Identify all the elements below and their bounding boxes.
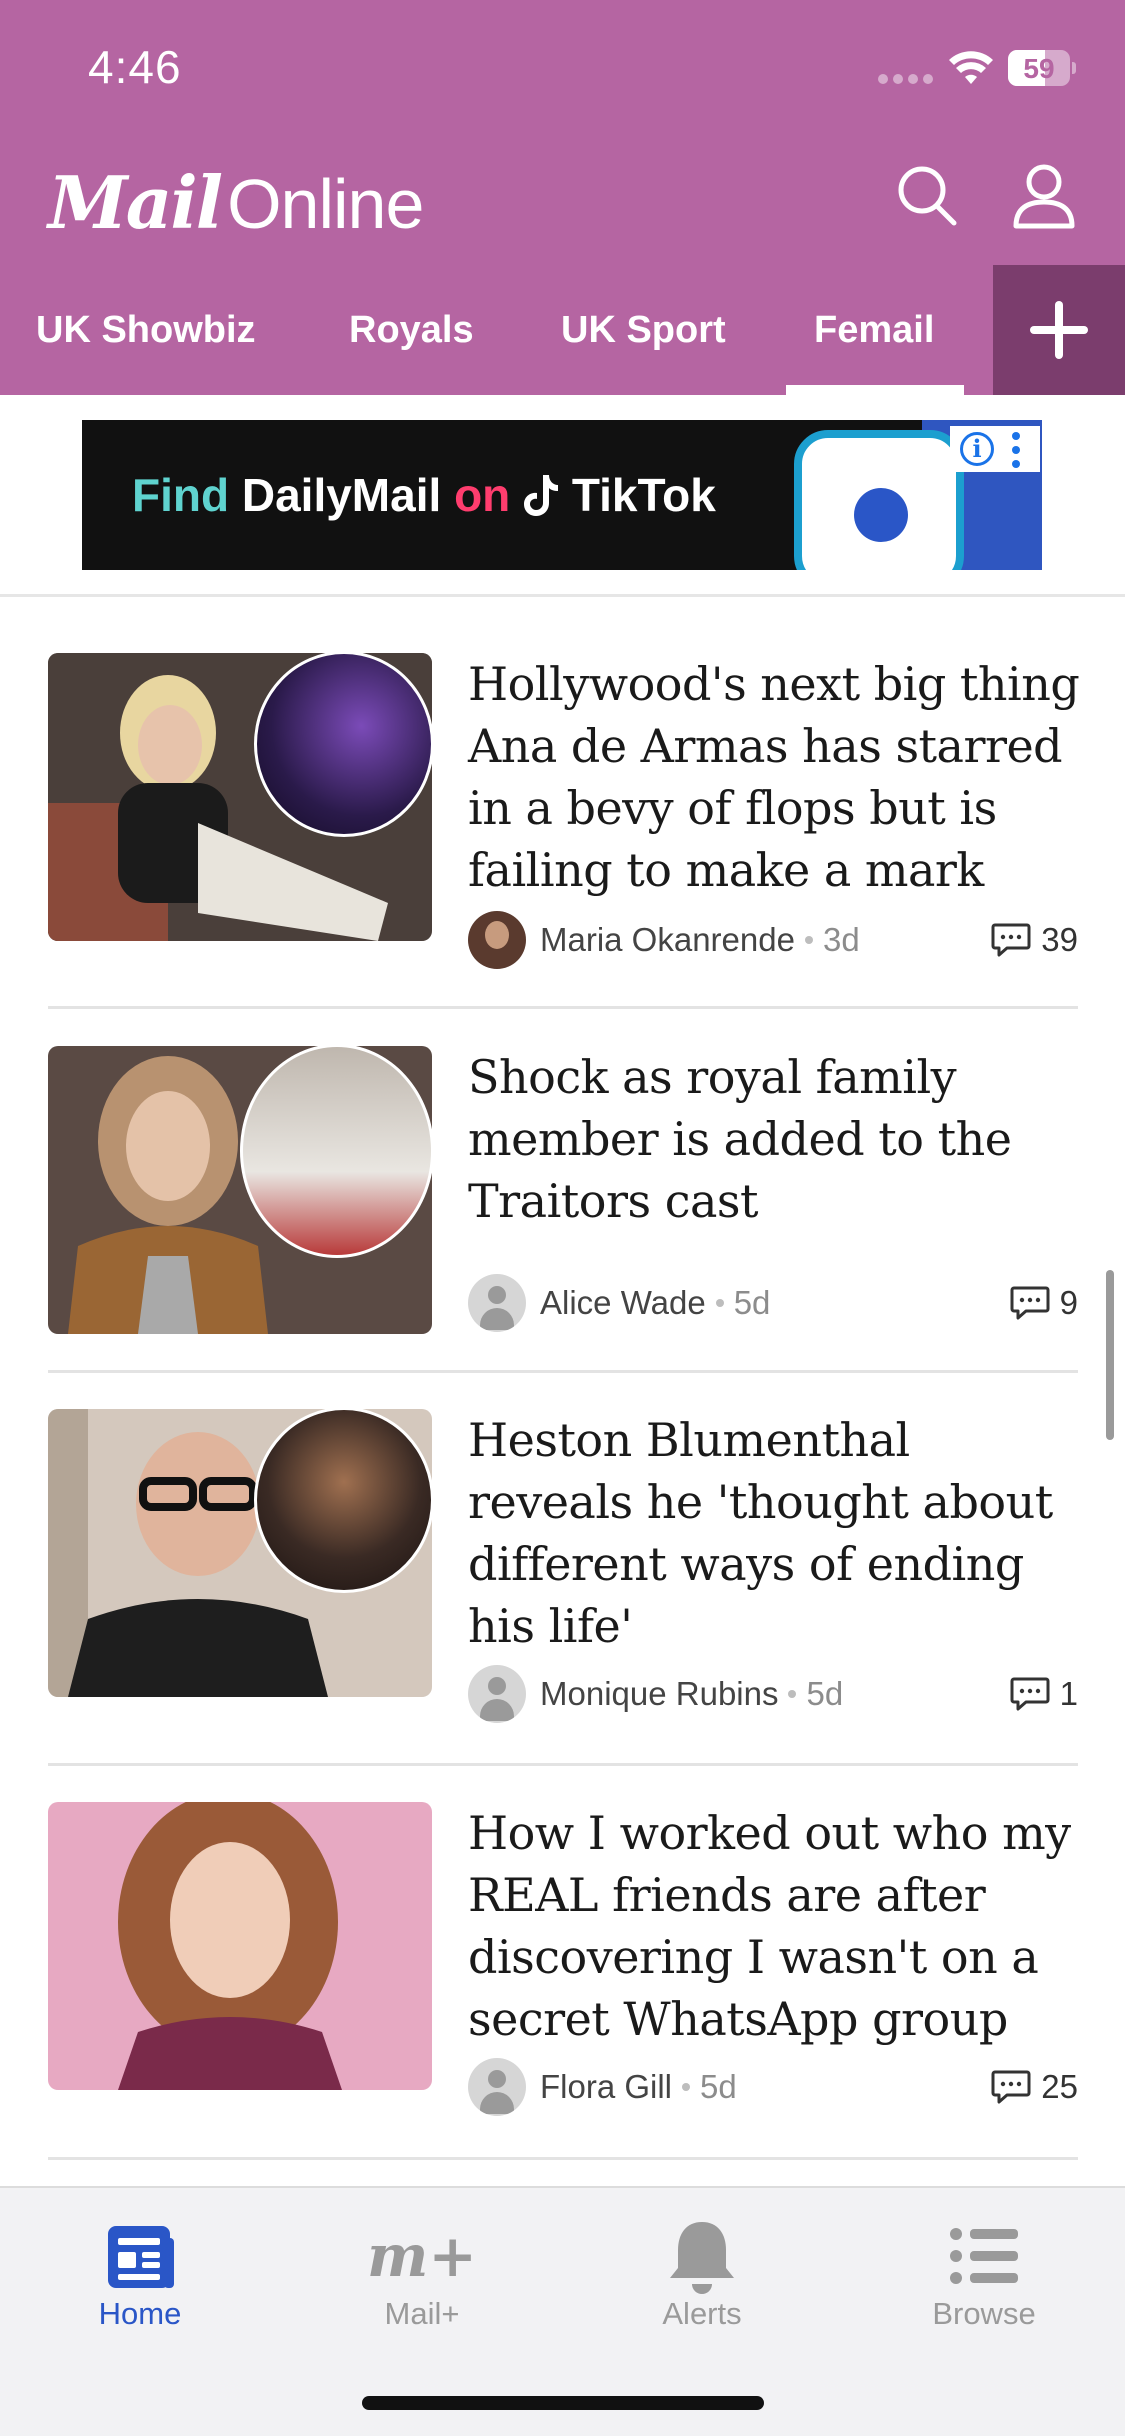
author-name[interactable]: Monique Rubins bbox=[540, 1675, 778, 1713]
ad-on: on bbox=[454, 469, 511, 521]
search-icon[interactable] bbox=[890, 160, 962, 232]
author-avatar bbox=[468, 2058, 526, 2116]
logo-online: Online bbox=[227, 165, 424, 243]
home-indicator[interactable] bbox=[362, 2396, 764, 2410]
author-avatar bbox=[468, 911, 526, 969]
scrollbar[interactable] bbox=[1106, 1270, 1114, 1440]
comments-button[interactable]: 25 bbox=[991, 2068, 1078, 2106]
cellular-signal-icon bbox=[878, 74, 934, 84]
battery-icon: 59 bbox=[1008, 50, 1076, 86]
list-icon bbox=[950, 2228, 1018, 2284]
more-options-icon[interactable] bbox=[1012, 432, 1020, 468]
article-headline[interactable]: Heston Blumenthal reveals he 'thought ab… bbox=[468, 1409, 1088, 1657]
nav-browse[interactable]: Browse bbox=[864, 2188, 1104, 2358]
article-meta: Monique Rubins 5d 1 bbox=[468, 1665, 1078, 1723]
author-avatar bbox=[468, 1665, 526, 1723]
divider bbox=[48, 1763, 1078, 1766]
author-avatar bbox=[468, 1274, 526, 1332]
info-icon[interactable]: i bbox=[960, 432, 994, 466]
account-icon[interactable] bbox=[1008, 160, 1080, 232]
app-header: 4:46 59 Mail Online UK Showbiz Royals UK… bbox=[0, 0, 1125, 395]
article-thumbnail[interactable] bbox=[48, 1409, 432, 1697]
nav-alerts-label: Alerts bbox=[662, 2296, 742, 2331]
wifi-icon bbox=[949, 51, 993, 84]
article-meta: Alice Wade 5d 9 bbox=[468, 1274, 1078, 1332]
comment-count: 1 bbox=[1059, 1675, 1078, 1712]
nav-home-label: Home bbox=[98, 2296, 182, 2331]
article-meta: Flora Gill 5d 25 bbox=[468, 2058, 1078, 2116]
article-age: 5d bbox=[733, 1284, 771, 1321]
meta-separator bbox=[804, 936, 813, 944]
status-bar: 4:46 59 bbox=[0, 0, 1125, 140]
comment-icon bbox=[1010, 1677, 1050, 1711]
article-headline[interactable]: Hollywood's next big thing Ana de Armas … bbox=[468, 653, 1088, 901]
article-thumbnail[interactable] bbox=[48, 1802, 432, 2090]
mail-plus-icon: m+ bbox=[367, 2222, 477, 2290]
article-headline[interactable]: How I worked out who my REAL friends are… bbox=[468, 1802, 1088, 2050]
nav-mail-plus-label: Mail+ bbox=[384, 2296, 460, 2331]
tab-royals[interactable]: Royals bbox=[349, 265, 474, 395]
author-name[interactable]: Alice Wade bbox=[540, 1284, 706, 1322]
article-headline[interactable]: Shock as royal family member is added to… bbox=[468, 1046, 1088, 1232]
divider bbox=[48, 1006, 1078, 1009]
meta-separator bbox=[682, 2083, 691, 2091]
comment-icon bbox=[1010, 1286, 1050, 1320]
tab-femail[interactable]: Femail bbox=[785, 265, 965, 395]
ad-phone-illustration bbox=[794, 430, 964, 570]
nav-mail-plus[interactable]: m+ Mail+ bbox=[302, 2188, 542, 2358]
plus-icon bbox=[1030, 301, 1088, 359]
comments-button[interactable]: 1 bbox=[1010, 1675, 1078, 1713]
article-inset-image bbox=[254, 653, 432, 837]
meta-separator bbox=[788, 1690, 797, 1698]
bell-icon bbox=[670, 2222, 734, 2294]
article-inset-image bbox=[240, 1046, 432, 1258]
logo-mail: Mail bbox=[48, 160, 223, 245]
ad-find: Find bbox=[132, 469, 230, 521]
nav-home[interactable]: Home bbox=[20, 2188, 260, 2358]
article-thumbnail-art bbox=[48, 1802, 432, 2090]
author-name[interactable]: Maria Okanrende bbox=[540, 921, 795, 959]
comments-button[interactable]: 9 bbox=[1010, 1284, 1078, 1322]
tiktok-ad-banner[interactable]: Find DailyMail on TikTok i bbox=[82, 420, 1042, 570]
ad-profile-avatar bbox=[854, 488, 908, 542]
status-time: 4:46 bbox=[88, 41, 182, 93]
ad-headline: Find DailyMail on TikTok bbox=[132, 468, 716, 522]
comments-button[interactable]: 39 bbox=[991, 921, 1078, 959]
divider bbox=[0, 594, 1125, 597]
mailonline-logo[interactable]: Mail Online bbox=[48, 160, 424, 245]
article-meta: Maria Okanrende 3d 39 bbox=[468, 911, 1078, 969]
nav-alerts[interactable]: Alerts bbox=[582, 2188, 822, 2358]
comment-count: 25 bbox=[1041, 2068, 1078, 2105]
comment-count: 9 bbox=[1059, 1284, 1078, 1321]
article-thumbnail[interactable] bbox=[48, 1046, 432, 1334]
tab-uk-sport[interactable]: UK Sport bbox=[561, 265, 726, 395]
article-inset-image bbox=[254, 1409, 432, 1593]
ad-brand: DailyMail bbox=[241, 469, 442, 521]
article-age: 3d bbox=[822, 921, 860, 958]
article-age: 5d bbox=[806, 1675, 844, 1712]
tab-uk-showbiz[interactable]: UK Showbiz bbox=[36, 265, 256, 395]
add-category-button[interactable] bbox=[993, 265, 1125, 395]
meta-separator bbox=[715, 1299, 724, 1307]
comment-count: 39 bbox=[1041, 921, 1078, 958]
newspaper-icon bbox=[108, 2226, 174, 2288]
author-name[interactable]: Flora Gill bbox=[540, 2068, 672, 2106]
battery-percent: 59 bbox=[1023, 53, 1055, 84]
divider bbox=[48, 1370, 1078, 1373]
divider bbox=[48, 2157, 1078, 2160]
ad-platform: TikTok bbox=[571, 469, 716, 521]
nav-browse-label: Browse bbox=[932, 2296, 1036, 2331]
comment-icon bbox=[991, 923, 1031, 957]
article-thumbnail[interactable] bbox=[48, 653, 432, 941]
article-age: 5d bbox=[700, 2068, 737, 2105]
tiktok-icon bbox=[524, 475, 559, 516]
comment-icon bbox=[991, 2070, 1031, 2104]
ad-choices[interactable]: i bbox=[950, 426, 1040, 472]
category-tabs: UK Showbiz Royals UK Sport Femail bbox=[0, 265, 993, 395]
